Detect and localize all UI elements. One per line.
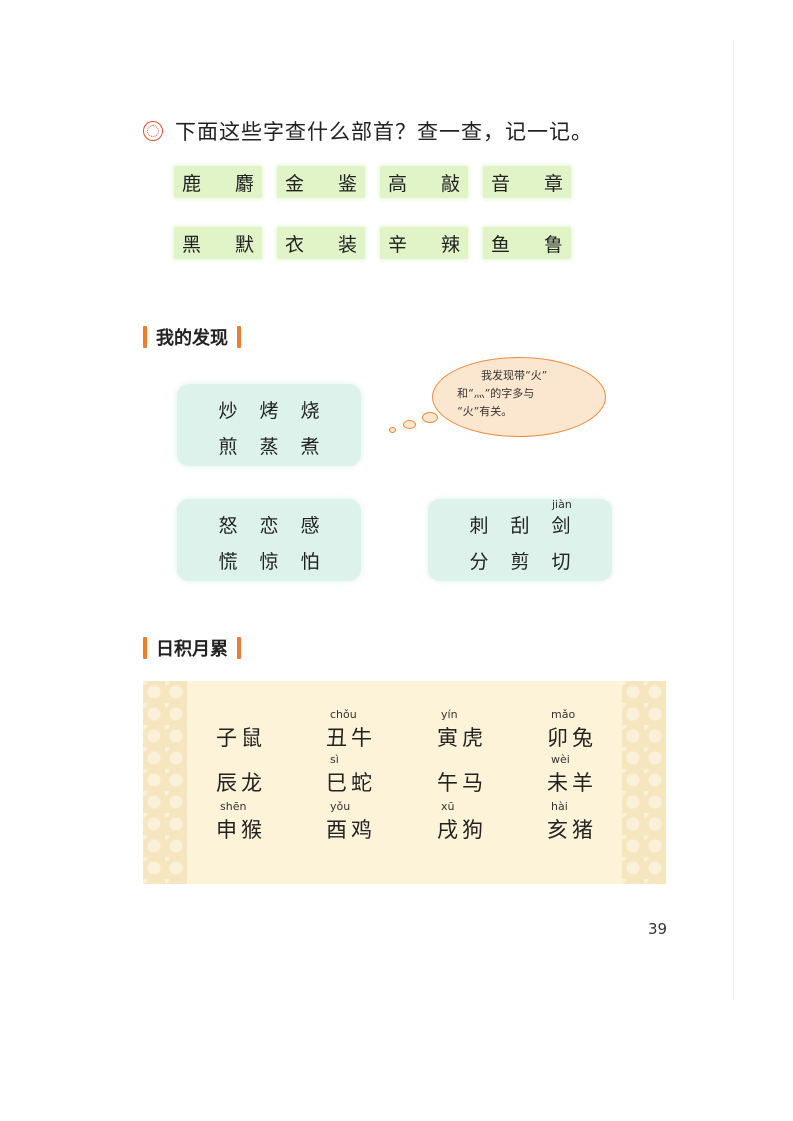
char-box-fire: 炒 烤 烧 煎 蒸 煮	[177, 384, 361, 466]
tile-text: 辛 辣	[387, 233, 475, 256]
char: 烧	[300, 400, 320, 422]
word-tile-row-2: 黑 默 衣 装 辛 辣 鱼 鲁	[174, 227, 571, 259]
section-header-accumulation: 日积月累	[143, 635, 241, 661]
zodiac-pinyin: yǒu	[330, 800, 351, 813]
thought-bubble: 我发现带“火” 和“灬”的字多与 “火”有关。	[432, 357, 606, 437]
tile-text: 衣 装	[284, 233, 372, 256]
char: 炒	[218, 400, 238, 422]
char: 感	[300, 515, 320, 537]
section-bar-left	[143, 637, 147, 659]
char: 剪	[510, 551, 530, 573]
bubble-line: 我发现带“火”	[481, 369, 548, 382]
tile-text: 音 章	[490, 172, 578, 195]
word-tile: 黑 默	[174, 227, 262, 259]
section-bar-left	[143, 326, 147, 348]
zodiac-item: sì 巳蛇	[326, 753, 376, 797]
char: 煎	[218, 436, 238, 458]
section-bar-right	[237, 637, 241, 659]
zodiac-text: 巳蛇	[326, 771, 376, 795]
zodiac-item: yín 寅虎	[437, 708, 487, 752]
zodiac-text: 辰龙	[216, 771, 266, 795]
zodiac-text: 酉鸡	[326, 818, 376, 842]
char: 蒸	[259, 436, 279, 458]
word-tile: 鱼 鲁	[483, 227, 571, 259]
char: 慌	[218, 551, 238, 573]
thought-dot	[389, 427, 396, 433]
zodiac-text: 未羊	[547, 771, 597, 795]
char: 刮	[510, 515, 530, 537]
zodiac-item: 午马	[437, 767, 487, 797]
zodiac-text: 午马	[437, 771, 487, 795]
zodiac-item: 辰龙	[216, 767, 266, 797]
zodiac-item: shēn 申猴	[216, 800, 266, 844]
zodiac-text: 卯兔	[547, 726, 597, 750]
ornament-border-left	[143, 681, 187, 884]
page-edge	[733, 40, 734, 1000]
char: 惊	[259, 551, 279, 573]
thought-dot	[403, 420, 416, 429]
word-tile: 衣 装	[277, 227, 365, 259]
tile-text: 黑 默	[181, 233, 269, 256]
zodiac-item: 子鼠	[216, 722, 266, 752]
bubble-line: “火”有关。	[457, 405, 513, 418]
char: 怕	[300, 551, 320, 573]
zodiac-text: 寅虎	[437, 726, 487, 750]
char: 怒	[218, 515, 238, 537]
section-bar-right	[237, 326, 241, 348]
zodiac-pinyin: xū	[441, 800, 455, 813]
word-tile: 高 敲	[380, 166, 468, 198]
zodiac-pinyin: chǒu	[330, 708, 357, 721]
zodiac-text: 子鼠	[216, 726, 266, 750]
zodiac-pinyin: mǎo	[551, 708, 576, 721]
zodiac-pinyin: yín	[441, 708, 458, 721]
char-box-knife: 刺 刮 剑 分 剪 切	[428, 499, 612, 581]
section-title: 日积月累	[156, 639, 228, 660]
word-tile: 鹿 麝	[174, 166, 262, 198]
zodiac-item: hài 亥猪	[547, 800, 597, 844]
char: 剑	[551, 515, 571, 537]
pinyin-annotation: jiàn	[552, 498, 572, 511]
char: 分	[469, 551, 489, 573]
word-tile-row-1: 鹿 麝 金 鉴 高 敲 音 章	[174, 166, 571, 198]
char-box-heart: 怒 恋 感 慌 惊 怕	[177, 499, 361, 581]
char: 煮	[300, 436, 320, 458]
exercise-title: 下面这些字查什么部首？查一查，记一记。	[175, 120, 593, 144]
page-number: 39	[648, 920, 668, 938]
zodiac-item: mǎo 卯兔	[547, 708, 597, 752]
section-header-discovery: 我的发现	[143, 324, 241, 350]
zodiac-text: 戌狗	[437, 818, 487, 842]
thought-dot	[422, 412, 438, 423]
zodiac-item: xū 戌狗	[437, 800, 487, 844]
tile-text: 金 鉴	[284, 172, 372, 195]
zodiac-item: yǒu 酉鸡	[326, 800, 376, 844]
char: 烤	[259, 400, 279, 422]
section-title: 我的发现	[156, 328, 228, 349]
zodiac-text: 亥猪	[547, 818, 597, 842]
ornament-border-right	[622, 681, 666, 884]
zodiac-pinyin: hài	[551, 800, 568, 813]
tile-text: 鹿 麝	[181, 172, 269, 195]
seal-icon	[143, 121, 163, 141]
word-tile: 金 鉴	[277, 166, 365, 198]
zodiac-text: 丑牛	[326, 726, 376, 750]
char: 刺	[469, 515, 489, 537]
tile-text: 鱼 鲁	[490, 233, 578, 256]
zodiac-pinyin: wèi	[551, 753, 570, 766]
zodiac-item: chǒu 丑牛	[326, 708, 376, 752]
zodiac-pinyin: shēn	[220, 800, 247, 813]
bubble-line: 和“灬”的字多与	[457, 387, 535, 400]
exercise-header: 下面这些字查什么部首？查一查，记一记。	[143, 116, 593, 146]
char: 恋	[259, 515, 279, 537]
zodiac-item: wèi 未羊	[547, 753, 597, 797]
tile-text: 高 敲	[387, 172, 475, 195]
zodiac-pinyin: sì	[330, 753, 339, 766]
char: 切	[551, 551, 571, 573]
word-tile: 音 章	[483, 166, 571, 198]
word-tile: 辛 辣	[380, 227, 468, 259]
zodiac-text: 申猴	[216, 818, 266, 842]
